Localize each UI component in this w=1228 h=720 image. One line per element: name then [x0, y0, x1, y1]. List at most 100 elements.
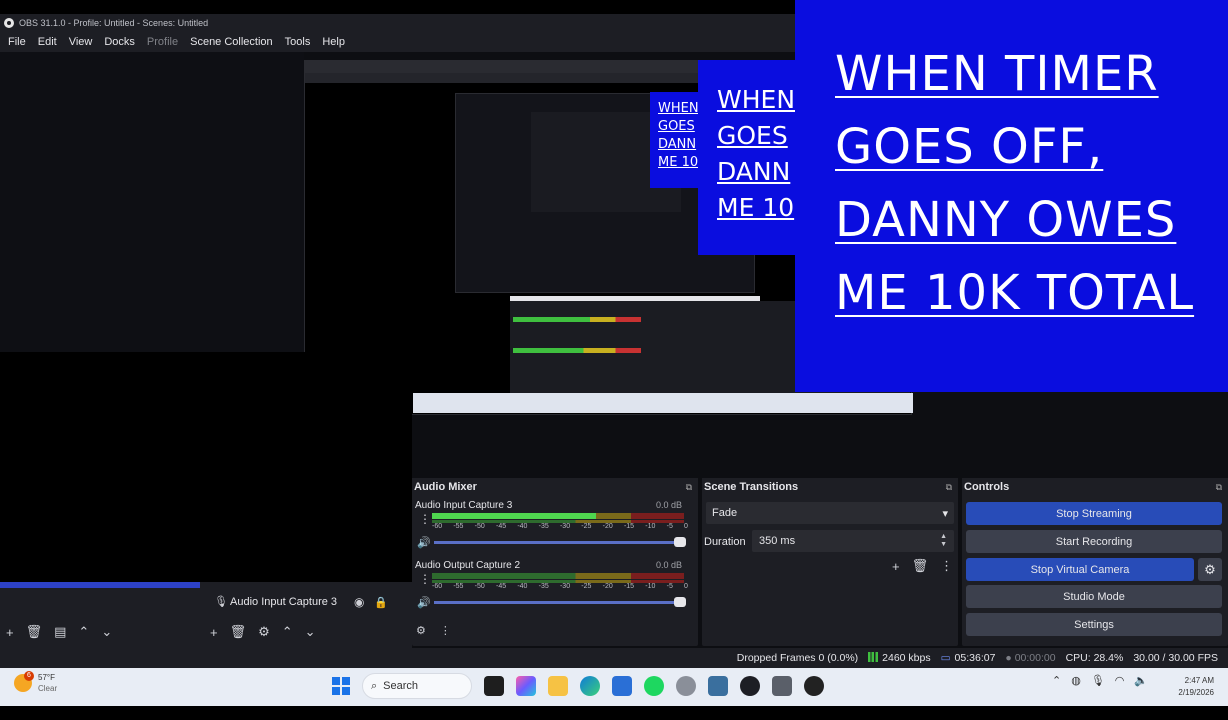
meter-ticks: -60 -55 -50 -45 -40 -35 -30 -25 -20 -15 -10 -5 0 [432, 583, 688, 590]
audio-mixer-title: Audio Mixer [414, 481, 477, 493]
track-name: Audio Input Capture 3 [415, 500, 513, 511]
sources-toolbar: + 🗑 ⚙ ⌃ ⌄ [210, 624, 316, 640]
track-db: 0.0 dB [655, 500, 682, 510]
mixer-track: Audio Input Capture 3 0.0 dB ⋮ -60 -55 -50… [414, 500, 696, 556]
volume-meter-fill [432, 513, 596, 519]
scenes-dock-obscured [0, 352, 412, 582]
task-view-icon[interactable] [484, 676, 504, 696]
move-scene-down-icon[interactable]: ⌄ [101, 624, 112, 640]
menu-docks[interactable]: Docks [98, 36, 141, 48]
menu-view[interactable]: View [63, 36, 99, 48]
chevron-up-icon[interactable]: ⌃ [1052, 674, 1061, 687]
search-label: Search [383, 680, 419, 692]
taskbar-search[interactable]: ⌕ Search [362, 673, 472, 699]
stop-virtual-camera-button[interactable]: Stop Virtual Camera [966, 558, 1194, 581]
meter-tick: -10 [645, 523, 656, 530]
copilot-icon[interactable] [516, 676, 536, 696]
volume-slider-fill [434, 541, 684, 544]
speaker-icon[interactable]: 🔊 [417, 596, 431, 609]
move-source-up-icon[interactable]: ⌃ [282, 624, 293, 640]
microphone-tray-icon[interactable]: 🎙 [1091, 674, 1105, 687]
spotify-icon[interactable] [644, 676, 664, 696]
meter-tick: -40 [517, 583, 528, 590]
meter-tick: -10 [645, 583, 656, 590]
taskbar-clock[interactable]: 2:47 AM 2/19/2026 [1168, 675, 1214, 699]
volume-tray-icon[interactable]: 🔈 [1134, 674, 1148, 687]
search-icon: ⌕ [371, 679, 378, 692]
source-item-label: Audio Input Capture 3 [230, 596, 338, 608]
live-icon: ▭ [940, 652, 951, 664]
track-menu-icon[interactable]: ⋮ [419, 572, 431, 586]
undock-icon[interactable]: ⧉ [686, 482, 692, 493]
weather-widget[interactable]: 6 57°F Clear [14, 671, 57, 694]
scene-filters-icon[interactable]: ▤ [54, 624, 66, 640]
overlay-line-1: WHEN TIMER [835, 46, 1159, 102]
source-item[interactable]: 🎙 Audio Input Capture 3 ◉ 🔒 [214, 595, 394, 609]
menu-file[interactable]: File [2, 36, 32, 48]
meter-tick: -30 [559, 583, 571, 590]
signal-icon [868, 652, 879, 662]
studio-mode-button[interactable]: Studio Mode [966, 585, 1222, 608]
file-explorer-icon[interactable] [548, 676, 568, 696]
audio-mixer-dock: Audio Mixer ⧉ Audio Input Capture 3 0.0 … [412, 478, 698, 646]
move-source-down-icon[interactable]: ⌄ [305, 624, 316, 640]
visibility-eye-icon[interactable]: ◉ [354, 595, 364, 609]
media-player-icon[interactable] [804, 676, 824, 696]
stream-time: 05:36:07 [954, 652, 996, 664]
virtual-camera-settings-gear-icon[interactable]: ⚙ [1198, 558, 1222, 581]
system-tray: ⌃ ◍ 🎙 ◠ 🔈 [1052, 674, 1148, 687]
stop-streaming-button[interactable]: Stop Streaming [966, 502, 1222, 525]
duration-spinner-icon[interactable]: ▲ ▼ [940, 533, 947, 549]
tray-app-icon[interactable]: ◍ [1071, 674, 1081, 687]
meter-tick: -15 [623, 583, 635, 590]
start-recording-button[interactable]: Start Recording [966, 530, 1222, 553]
transition-select-value: Fade [712, 507, 738, 519]
menu-profile[interactable]: Profile [141, 36, 184, 48]
remove-transition-icon[interactable]: 🗑 [912, 558, 929, 574]
transition-select[interactable]: Fade ▾ [706, 502, 954, 524]
menu-help[interactable]: Help [316, 36, 351, 48]
mixer-menu-icon[interactable]: ⋮ [440, 624, 451, 637]
remove-source-icon[interactable]: 🗑 [230, 624, 247, 640]
windows-taskbar: 6 57°F Clear ⌕ Search ⌃ ◍ 🎙 ◠ 🔈 2:47 AM … [0, 668, 1228, 706]
mini2-line-3: DANN [658, 137, 697, 152]
edge-icon[interactable] [580, 676, 600, 696]
app-window-icon[interactable] [708, 676, 728, 696]
source-properties-icon[interactable]: ⚙ [258, 624, 270, 640]
menu-scene-collection[interactable]: Scene Collection [184, 36, 279, 48]
duration-field[interactable]: 350 ms ▲ ▼ [752, 530, 954, 552]
add-source-icon[interactable]: + [210, 625, 218, 640]
track-menu-icon[interactable]: ⋮ [419, 512, 431, 526]
volume-slider-handle[interactable] [674, 597, 686, 607]
chevron-down-icon: ▾ [942, 507, 948, 520]
remove-scene-icon[interactable]: 🗑 [26, 624, 43, 640]
store-icon[interactable] [612, 676, 632, 696]
obs-taskbar-icon[interactable] [740, 676, 760, 696]
volume-slider-handle[interactable] [674, 537, 686, 547]
mirror-taskbar [413, 393, 913, 413]
advanced-audio-properties-icon[interactable]: ⚙ [416, 624, 426, 637]
settings-gear-icon[interactable] [676, 676, 696, 696]
snipping-tool-icon[interactable] [772, 676, 792, 696]
menu-tools[interactable]: Tools [279, 36, 317, 48]
add-transition-icon[interactable]: + [892, 559, 900, 574]
lock-icon[interactable]: 🔒 [374, 596, 388, 609]
obs-logo-icon [4, 18, 14, 28]
menu-edit[interactable]: Edit [32, 36, 63, 48]
volume-slider[interactable] [434, 597, 686, 607]
undock-icon[interactable]: ⧉ [1216, 482, 1222, 493]
windows-start-icon[interactable] [332, 677, 350, 695]
transition-menu-icon[interactable]: ⋮ [940, 558, 953, 574]
settings-button[interactable]: Settings [966, 613, 1222, 636]
fps: 30.00 / 30.00 FPS [1133, 652, 1218, 664]
overlay-line-4: ME 10K TOTAL [835, 265, 1195, 321]
volume-slider[interactable] [434, 537, 686, 547]
dropped-frames: Dropped Frames 0 (0.0%) [736, 652, 859, 664]
undock-icon[interactable]: ⧉ [946, 482, 952, 493]
speaker-icon[interactable]: 🔊 [417, 536, 431, 549]
move-scene-up-icon[interactable]: ⌃ [78, 624, 89, 640]
meter-tick: -5 [666, 583, 673, 590]
wifi-icon[interactable]: ◠ [1115, 674, 1125, 687]
rec-time-group: ● 00:00:00 [1005, 652, 1055, 664]
add-scene-icon[interactable]: + [6, 625, 14, 640]
